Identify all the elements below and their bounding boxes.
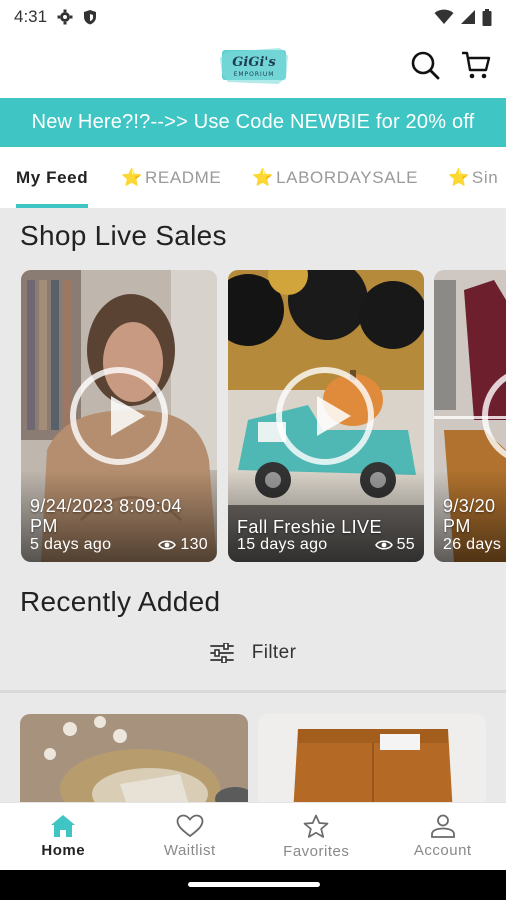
battery-icon	[482, 8, 492, 26]
svg-text:EMPORIUM: EMPORIUM	[234, 71, 275, 78]
filter-button[interactable]: Filter	[0, 642, 506, 664]
live-sale-card[interactable]: Fall Freshie LIVE 15 days ago 55	[228, 270, 424, 562]
promo-text: New Here?!?-->> Use Code NEWBIE for 20% …	[31, 111, 475, 133]
star-icon: ⭐	[252, 167, 275, 187]
live-sale-age: 26 days	[443, 536, 502, 553]
tab-labordaysale[interactable]: ⭐ LABORDAYSALE	[252, 147, 418, 208]
bottom-navigation: Home Waitlist Favorites Account	[0, 802, 506, 870]
feed-tabs: My Feed ⭐ README ⭐ LABORDAYSALE ⭐ Sin	[0, 147, 506, 208]
live-sale-meta: 15 days ago 55	[237, 536, 415, 554]
tab-label: README	[145, 167, 222, 187]
tab-readme[interactable]: ⭐ README	[121, 147, 221, 208]
store-logo[interactable]: GiGi's EMPORIUM	[220, 44, 288, 86]
nav-waitlist[interactable]: Waitlist	[127, 803, 254, 870]
promo-banner[interactable]: New Here?!?-->> Use Code NEWBIE for 20% …	[0, 98, 506, 147]
play-icon[interactable]	[70, 367, 168, 465]
live-sale-meta: 26 days	[443, 536, 501, 554]
nav-favorites[interactable]: Favorites	[253, 803, 380, 870]
live-sale-title: 9/3/20 PM	[443, 496, 496, 536]
svg-text:GiGi's: GiGi's	[232, 55, 276, 70]
live-sale-age: 5 days ago	[30, 536, 112, 553]
view-count-value: 130	[180, 536, 208, 553]
section-divider	[0, 690, 506, 693]
eye-icon	[158, 540, 177, 550]
home-icon	[51, 815, 76, 837]
live-sale-title: 9/24/2023 8:09:04 PM	[30, 496, 182, 536]
status-time: 4:31	[14, 7, 48, 26]
live-sales-title: Shop Live Sales	[20, 220, 227, 251]
eye-icon	[374, 540, 393, 550]
view-count: 130	[158, 536, 208, 554]
live-sale-card[interactable]: 9/3/20 PM 26 days	[434, 270, 506, 562]
product-image	[258, 714, 486, 802]
settings-icon	[57, 9, 73, 25]
nav-home[interactable]: Home	[0, 803, 127, 870]
shield-icon	[84, 10, 97, 25]
product-card[interactable]	[258, 714, 486, 802]
cart-icon[interactable]	[461, 50, 491, 80]
live-sale-title: Fall Freshie LIVE	[237, 517, 382, 537]
heart-icon	[176, 814, 204, 838]
app-screen: 4:31 GiGi's EMPORIUM New Here?!?-->> Use…	[0, 0, 506, 900]
home-gesture-handle[interactable]	[188, 882, 320, 887]
filter-label: Filter	[251, 642, 297, 663]
tab-label: Sin	[471, 167, 499, 187]
product-card[interactable]	[20, 714, 248, 802]
main-content: Shop Live Sales 9/24/2023 8:09:04 PM 5 d…	[0, 208, 506, 802]
live-sale-card[interactable]: 9/24/2023 8:09:04 PM 5 days ago 130	[21, 270, 217, 562]
nav-label: Account	[413, 842, 472, 859]
wifi-icon	[434, 9, 454, 24]
system-navigation-bar	[0, 870, 506, 900]
nav-label: Favorites	[283, 842, 350, 860]
sliders-icon	[209, 643, 234, 663]
nav-label: Waitlist	[163, 842, 216, 859]
search-icon[interactable]	[410, 50, 440, 80]
recently-added-title: Recently Added	[20, 586, 221, 617]
live-sale-meta: 5 days ago 130	[30, 536, 208, 554]
star-icon: ⭐	[448, 167, 470, 187]
tab-partial[interactable]: ⭐ Sin	[448, 147, 498, 208]
tab-label: LABORDAYSALE	[276, 167, 419, 187]
nav-account[interactable]: Account	[380, 803, 506, 870]
star-icon: ⭐	[121, 167, 143, 187]
person-icon	[430, 814, 455, 838]
view-count-value: 55	[396, 536, 415, 553]
status-bar: 4:31	[0, 0, 506, 34]
tab-my-feed[interactable]: My Feed	[16, 147, 89, 208]
app-header: GiGi's EMPORIUM	[0, 34, 506, 98]
live-sale-age: 15 days ago	[237, 536, 328, 553]
star-outline-icon	[303, 814, 329, 838]
signal-icon	[461, 10, 475, 24]
nav-label: Home	[41, 842, 86, 859]
view-count: 55	[374, 536, 415, 554]
play-icon[interactable]	[276, 367, 374, 465]
product-image	[20, 714, 248, 802]
tab-label: My Feed	[16, 167, 89, 187]
